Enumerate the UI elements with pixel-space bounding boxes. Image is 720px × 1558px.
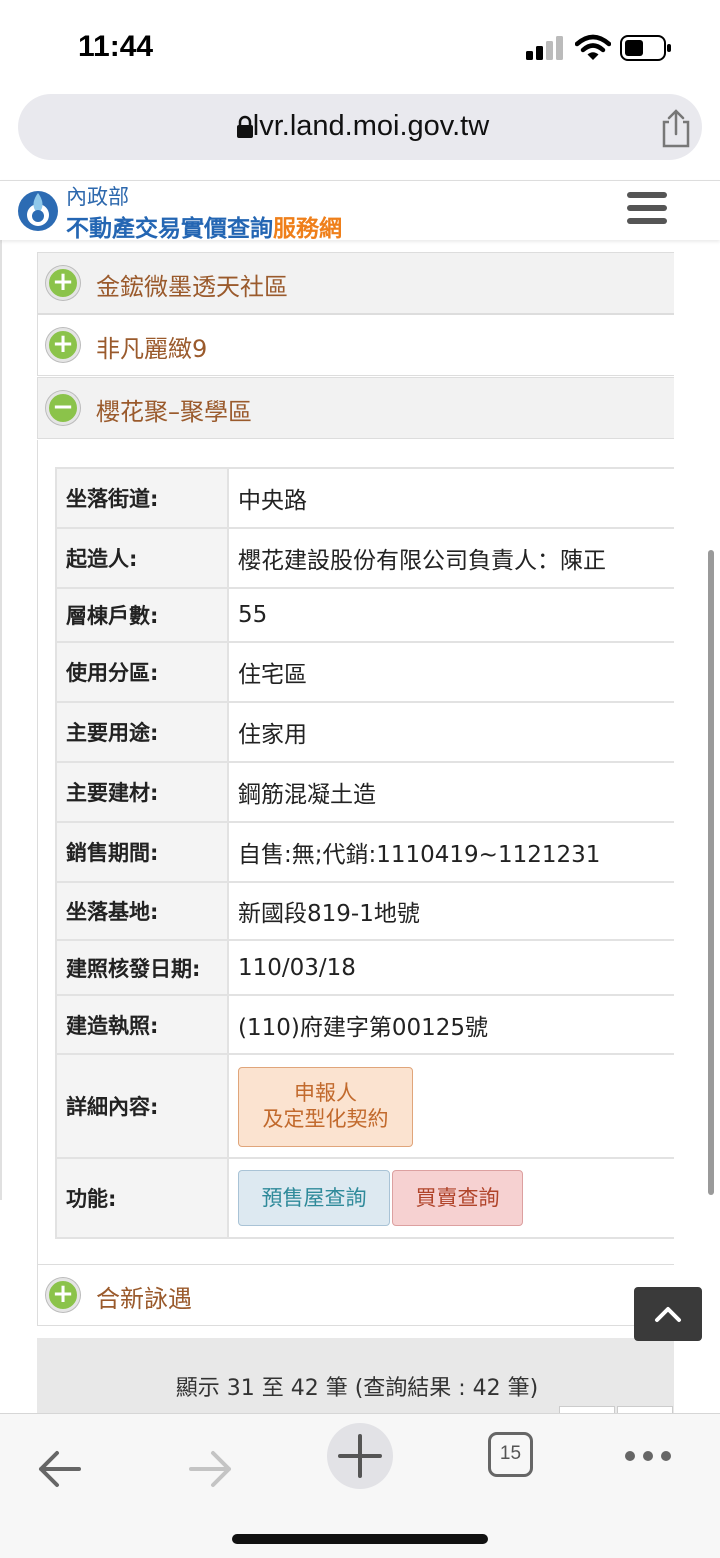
declarant-contract-button[interactable]: 申報人 及定型化契約 [238, 1067, 413, 1147]
tab-count: 15 [499, 1443, 522, 1464]
address-bar[interactable]: lvr.land.moi.gov.tw [18, 94, 702, 160]
button-label-line: 及定型化契約 [262, 1107, 389, 1131]
field-label: 建照核發日期: [55, 939, 229, 996]
home-indicator [232, 1534, 488, 1544]
accordion-item-label[interactable]: 櫻花聚–聚學區 [96, 392, 252, 427]
share-icon[interactable] [658, 108, 694, 148]
trade-query-button[interactable]: 買賣查詢 [392, 1170, 523, 1226]
expand-icon[interactable]: + [46, 266, 80, 300]
field-value: 自售:無;代銷:1110419~1121231 [227, 821, 674, 883]
back-arrow-icon[interactable] [25, 1434, 95, 1504]
table-row: 詳細內容: 申報人 及定型化契約 [55, 1053, 674, 1159]
field-value: 申報人 及定型化契約 [227, 1053, 674, 1159]
table-row: 功能: 預售屋查詢 買賣查詢 [55, 1157, 674, 1239]
accordion-item-label[interactable]: 合新詠遇 [96, 1279, 192, 1314]
field-value: 櫻花建設股份有限公司負責人：陳正 [227, 527, 674, 589]
chevron-up-icon [655, 1307, 681, 1322]
new-tab-plus-icon[interactable] [325, 1421, 395, 1491]
field-value: 鋼筋混凝土造 [227, 761, 674, 823]
field-label: 建造執照: [55, 994, 229, 1055]
ministry-name: 內政部 [66, 185, 129, 209]
field-label: 主要建材: [55, 761, 229, 823]
wifi-icon [575, 34, 611, 60]
accordion-item-label[interactable]: 非凡麗緻9 [96, 329, 207, 364]
field-label: 起造人: [55, 527, 229, 589]
accordion-item[interactable]: + 非凡麗緻9 [37, 314, 674, 376]
accordion-item[interactable]: + 金鋐微墨透天社區 [37, 252, 674, 314]
cellular-signal-icon [526, 36, 563, 60]
field-label: 坐落基地: [55, 881, 229, 941]
expand-icon[interactable]: + [46, 1278, 80, 1312]
field-label: 使用分區: [55, 641, 229, 703]
field-label: 層棟戶數: [55, 587, 229, 643]
pagination-summary: 顯示 31 至 42 筆 (查詢結果 : 42 筆) [175, 1376, 539, 1401]
field-value: 中央路 [227, 467, 674, 529]
site-title-main: 不動產交易實價查詢 [66, 216, 273, 242]
table-row: 使用分區: 住宅區 [55, 641, 674, 703]
field-value: 住家用 [227, 701, 674, 763]
accordion-item-expanded[interactable]: − 櫻花聚–聚學區 [37, 377, 674, 439]
field-value: 預售屋查詢 買賣查詢 [227, 1157, 674, 1239]
button-label-line: 申報人 [294, 1081, 357, 1105]
table-row: 層棟戶數: 55 [55, 587, 674, 643]
accordion-item[interactable]: + 合新詠遇 [37, 1264, 674, 1326]
field-value: 住宅區 [227, 641, 674, 703]
field-value: 55 [227, 587, 674, 643]
table-row: 坐落基地: 新國段819-1地號 [55, 881, 674, 941]
status-bar: 11:44 [0, 0, 720, 90]
forward-arrow-icon[interactable] [175, 1434, 245, 1504]
site-header: 內政部 不動產交易實價查詢服務網 [0, 180, 720, 243]
table-row: 銷售期間: 自售:無;代銷:1110419~1121231 [55, 821, 674, 883]
table-row: 建造執照: (110)府建字第00125號 [55, 994, 674, 1055]
field-value: (110)府建字第00125號 [227, 994, 674, 1055]
field-value: 110/03/18 [227, 939, 674, 996]
expand-icon[interactable]: + [46, 328, 80, 362]
field-value: 新國段819-1地號 [227, 881, 674, 941]
project-list: + 金鋐微墨透天社區 + 非凡麗緻9 − 櫻花聚–聚學區 坐落街道: 中央路 起… [37, 240, 674, 1415]
scroll-to-top-button[interactable] [634, 1287, 702, 1341]
accordion-item-label[interactable]: 金鋐微墨透天社區 [96, 267, 288, 302]
field-label: 主要用途: [55, 701, 229, 763]
field-label: 銷售期間: [55, 821, 229, 883]
presale-query-button[interactable]: 預售屋查詢 [238, 1170, 390, 1226]
page-edge [0, 240, 2, 1200]
table-row: 主要建材: 鋼筋混凝土造 [55, 761, 674, 823]
site-title[interactable]: 不動產交易實價查詢服務網 [66, 209, 342, 243]
collapse-icon[interactable]: − [46, 391, 80, 425]
more-options-icon[interactable] [613, 1434, 683, 1504]
status-time: 11:44 [78, 30, 154, 63]
detail-table: 坐落街道: 中央路 起造人: 櫻花建設股份有限公司負責人：陳正 層棟戶數: 55… [55, 467, 674, 1239]
field-label: 坐落街道: [55, 467, 229, 529]
browser-toolbar: 15 [0, 1413, 720, 1558]
table-row: 起造人: 櫻花建設股份有限公司負責人：陳正 [55, 527, 674, 589]
table-row: 坐落街道: 中央路 [55, 467, 674, 529]
table-row: 主要用途: 住家用 [55, 701, 674, 763]
field-label: 詳細內容: [55, 1053, 229, 1159]
tabs-button[interactable]: 15 [488, 1432, 533, 1477]
site-title-accent: 服務網 [273, 216, 342, 242]
battery-icon [620, 35, 671, 61]
table-row: 建照核發日期: 110/03/18 [55, 939, 674, 996]
scrollbar[interactable] [708, 550, 714, 1195]
ministry-logo-icon[interactable] [16, 189, 60, 233]
menu-icon[interactable] [627, 192, 667, 226]
field-label: 功能: [55, 1157, 229, 1239]
pagination: 顯示 31 至 42 筆 (查詢結果 : 42 筆) [37, 1338, 674, 1415]
detail-panel: 坐落街道: 中央路 起造人: 櫻花建設股份有限公司負責人：陳正 層棟戶數: 55… [37, 440, 674, 1266]
url-text: lvr.land.moi.gov.tw [252, 110, 490, 142]
